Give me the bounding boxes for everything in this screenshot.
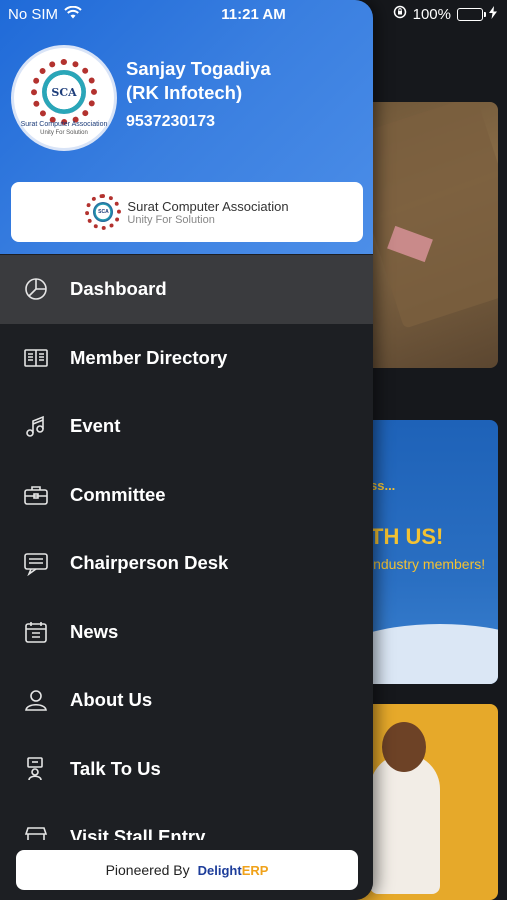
banner-text-3: industry members! [370, 556, 486, 572]
org-tagline: Unity For Solution [127, 213, 215, 226]
menu-label: Committee [70, 483, 166, 505]
menu-label: Chairperson Desk [70, 552, 229, 574]
menu-item-chairperson-desk[interactable]: Chairperson Desk [0, 529, 373, 598]
chat-icon [22, 549, 50, 577]
banner-text-1: ss... [370, 478, 396, 493]
banner-person-image [370, 754, 440, 894]
charging-icon [489, 5, 497, 23]
app-screen: ss... TH US! industry members! No SIM 11… [0, 0, 507, 900]
pie-chart-icon [22, 275, 50, 303]
profile-avatar[interactable]: SCA Surat Computer Association Unity For… [11, 45, 117, 151]
calendar-icon [22, 618, 50, 646]
banner-text-2: TH US! [370, 524, 444, 549]
delight-erp-logo: DelightERP [197, 862, 269, 878]
user-name: Sanjay Togadiya (RK Infotech) [126, 58, 271, 103]
org-name: Surat Computer Association [127, 198, 289, 214]
pioneered-by-card[interactable]: Pioneered By DelightERP [16, 850, 358, 890]
org-text: Surat Computer Association Unity For Sol… [127, 199, 288, 226]
menu-label: Talk To Us [70, 757, 161, 779]
status-bar: No SIM 11:21 AM 100% [0, 0, 507, 28]
drawer-footer: Pioneered By DelightERP [0, 840, 373, 900]
orientation-lock-icon [393, 5, 407, 23]
battery-icon [457, 7, 486, 21]
navigation-drawer: SCA Surat Computer Association Unity For… [0, 0, 373, 900]
user-icon [22, 686, 50, 714]
user-phone: 9537230173 [126, 113, 215, 130]
menu-label: Dashboard [70, 278, 167, 300]
menu-label: Member Directory [70, 346, 228, 368]
status-left: No SIM [8, 5, 82, 23]
menu-label: Event [70, 415, 121, 437]
battery-percent: 100% [412, 5, 451, 23]
avatar-logo-caption: Surat Computer Association [20, 121, 108, 128]
menu-item-news[interactable]: News [0, 598, 373, 667]
menu-label: News [70, 620, 119, 642]
menu-item-dashboard[interactable]: Dashboard [0, 255, 373, 324]
book-icon [22, 344, 50, 372]
avatar-logo-tagline: Unity For Solution [40, 130, 88, 136]
banner-person-head [382, 722, 426, 772]
menu-item-talk-to-us[interactable]: Talk To Us [0, 735, 373, 804]
drawer-header: SCA Surat Computer Association Unity For… [0, 0, 373, 254]
organization-card: SCA Surat Computer Association Unity For… [11, 182, 363, 242]
drawer-menu: Dashboard Member Directory Event Committ… [0, 255, 373, 872]
menu-item-committee[interactable]: Committee [0, 461, 373, 530]
status-right: 100% [393, 5, 497, 23]
pioneered-by-label: Pioneered By [105, 862, 190, 878]
carrier-label: No SIM [8, 5, 59, 23]
menu-label: About Us [70, 689, 153, 711]
menu-item-member-directory[interactable]: Member Directory [0, 324, 373, 393]
sca-logo-icon: SCA [31, 59, 97, 125]
org-logo-icon: SCA [85, 194, 122, 230]
support-icon [22, 755, 50, 783]
briefcase-icon [22, 481, 50, 509]
menu-item-event[interactable]: Event [0, 392, 373, 461]
music-note-icon [22, 412, 50, 440]
menu-item-about-us[interactable]: About Us [0, 666, 373, 735]
wifi-icon [64, 5, 82, 23]
